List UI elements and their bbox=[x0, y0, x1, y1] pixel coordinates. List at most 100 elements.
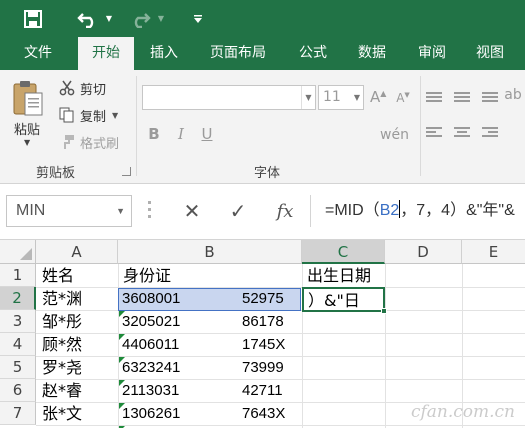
column-header-d[interactable]: D bbox=[385, 240, 462, 264]
format-painter-button[interactable]: 格式刷 bbox=[58, 131, 119, 153]
column-header-b[interactable]: B bbox=[118, 240, 302, 264]
row-header-6[interactable]: 6 bbox=[0, 379, 36, 402]
name-box-dropdown-icon[interactable]: ▼ bbox=[116, 196, 125, 226]
active-cell-c2[interactable]: ）&"日 bbox=[302, 287, 387, 314]
align-center-icon[interactable] bbox=[454, 127, 470, 141]
cell-b3-right[interactable]: 86178 bbox=[242, 310, 284, 333]
redo-dropdown-icon[interactable]: ▼ bbox=[154, 0, 168, 37]
tab-home[interactable]: 开始 bbox=[78, 37, 134, 70]
cell-b5-left[interactable]: 6323241 bbox=[122, 356, 180, 379]
row-header-1[interactable]: 1 bbox=[0, 264, 36, 287]
cell-a7[interactable]: 张*文 bbox=[42, 402, 82, 425]
error-indicator-icon[interactable] bbox=[119, 403, 125, 409]
tab-page-layout[interactable]: 页面布局 bbox=[200, 37, 276, 70]
cell-b1[interactable]: 身份证 bbox=[123, 264, 171, 287]
cell-b7-left[interactable]: 1306261 bbox=[122, 402, 180, 425]
spreadsheet-grid: A B C D E 1 2 3 4 5 6 7 姓名 身份证 出生日期 范*渊 … bbox=[0, 240, 525, 428]
align-right-icon[interactable] bbox=[482, 127, 498, 141]
enter-formula-icon[interactable]: ✓ bbox=[222, 195, 254, 227]
row-header-2[interactable]: 2 bbox=[0, 287, 36, 310]
undo-icon[interactable] bbox=[74, 0, 102, 37]
row-header-3[interactable]: 3 bbox=[0, 310, 36, 333]
insert-function-icon[interactable]: fx bbox=[268, 195, 302, 227]
cancel-formula-icon[interactable]: ✕ bbox=[176, 195, 208, 227]
save-icon[interactable] bbox=[18, 0, 48, 37]
undo-dropdown-icon[interactable]: ▼ bbox=[102, 0, 116, 37]
cell-b6-right[interactable]: 42711 bbox=[242, 379, 283, 402]
name-box[interactable]: MIN ▼ bbox=[6, 195, 132, 227]
font-name-box[interactable]: ▼ bbox=[142, 85, 316, 110]
align-left-icon[interactable] bbox=[426, 127, 442, 141]
ribbon-home: 粘贴 ▼ 剪切 复制 ▼ 格式刷 剪贴板 ▼ 11 ▼ A▲ A▼ B I U … bbox=[0, 70, 525, 184]
customize-toolbar-icon[interactable] bbox=[190, 0, 206, 37]
phonetic-icon[interactable]: wén bbox=[380, 127, 409, 143]
row-header-4[interactable]: 4 bbox=[0, 333, 36, 356]
tab-file[interactable]: 文件 bbox=[14, 37, 62, 70]
font-size-value: 11 bbox=[323, 89, 341, 105]
formula-bar-grip[interactable] bbox=[148, 201, 152, 221]
row-header-7[interactable]: 7 bbox=[0, 402, 36, 425]
cell-b4-right[interactable]: 1745X bbox=[242, 333, 285, 356]
watermark: cfan.com.cn bbox=[410, 402, 515, 422]
cell-b3-left[interactable]: 3205021 bbox=[122, 310, 180, 333]
column-header-e[interactable]: E bbox=[462, 240, 525, 264]
grow-font-icon[interactable]: A▲ bbox=[370, 88, 386, 106]
cell-a2[interactable]: 范*渊 bbox=[42, 287, 82, 310]
font-group-label: 字体 bbox=[254, 166, 281, 181]
paste-button-label[interactable]: 粘贴 bbox=[14, 119, 40, 138]
formula-input[interactable]: =MID（B2，7，4）&"年"& bbox=[310, 195, 525, 227]
copy-button[interactable]: 复制 ▼ bbox=[58, 104, 118, 126]
cell-b2-left[interactable]: 3608001 bbox=[122, 287, 180, 310]
column-header-c[interactable]: C bbox=[302, 240, 385, 264]
formula-bar: MIN ▼ ✕ ✓ fx =MID（B2，7，4）&"年"& bbox=[0, 184, 525, 240]
cell-b5-right[interactable]: 73999 bbox=[242, 356, 284, 379]
cell-a6[interactable]: 赵*睿 bbox=[42, 379, 82, 402]
shrink-font-icon[interactable]: A▼ bbox=[396, 91, 410, 105]
tab-formulas[interactable]: 公式 bbox=[290, 37, 336, 70]
error-indicator-icon[interactable] bbox=[119, 311, 125, 317]
align-bottom-icon[interactable] bbox=[482, 92, 498, 106]
underline-button[interactable]: U bbox=[200, 125, 214, 143]
cell-a5[interactable]: 罗*尧 bbox=[42, 356, 82, 379]
cell-a4[interactable]: 顾*然 bbox=[42, 333, 82, 356]
active-cell-text: ）&"日 bbox=[308, 291, 360, 310]
tab-data[interactable]: 数据 bbox=[348, 37, 396, 70]
row-header-5[interactable]: 5 bbox=[0, 356, 36, 379]
gridline bbox=[385, 264, 386, 428]
paste-dropdown-icon[interactable]: ▼ bbox=[24, 138, 30, 147]
format-painter-label: 格式刷 bbox=[80, 136, 120, 152]
cell-b6-left[interactable]: 2113031 bbox=[122, 379, 179, 402]
select-all-button[interactable] bbox=[0, 240, 36, 264]
font-size-dropdown-icon[interactable]: ▼ bbox=[351, 86, 363, 109]
cut-button[interactable]: 剪切 bbox=[58, 77, 106, 99]
font-name-dropdown-icon[interactable]: ▼ bbox=[301, 86, 315, 109]
cell-b7-right[interactable]: 7643X bbox=[242, 402, 285, 425]
align-top-icon[interactable] bbox=[426, 92, 442, 106]
font-size-box[interactable]: 11 ▼ bbox=[318, 85, 364, 110]
redo-icon[interactable] bbox=[126, 0, 154, 37]
fill-handle[interactable] bbox=[381, 308, 387, 314]
clipboard-launcher-icon[interactable] bbox=[122, 167, 131, 176]
cell-a3[interactable]: 邹*彤 bbox=[42, 310, 82, 333]
formula-prefix: =MID（ bbox=[325, 202, 380, 219]
paste-icon[interactable] bbox=[12, 79, 44, 119]
column-header-a[interactable]: A bbox=[36, 240, 118, 264]
cell-a1[interactable]: 姓名 bbox=[42, 264, 74, 287]
align-middle-icon[interactable] bbox=[454, 92, 470, 106]
format-painter-icon bbox=[58, 133, 76, 151]
cell-b2-right[interactable]: 52975 bbox=[242, 287, 284, 310]
tab-view[interactable]: 视图 bbox=[466, 37, 514, 70]
bold-button[interactable]: B bbox=[146, 125, 162, 143]
italic-button[interactable]: I bbox=[174, 125, 188, 143]
clipboard-group-label: 剪贴板 bbox=[36, 166, 76, 181]
formula-suffix: ，7，4）&"年"& bbox=[400, 202, 515, 219]
orientation-icon[interactable]: ab bbox=[504, 87, 522, 103]
cell-c1[interactable]: 出生日期 bbox=[307, 264, 371, 287]
error-indicator-icon[interactable] bbox=[119, 357, 125, 363]
tab-review[interactable]: 审阅 bbox=[408, 37, 456, 70]
tab-insert[interactable]: 插入 bbox=[140, 37, 188, 70]
copy-dropdown-icon[interactable]: ▼ bbox=[112, 111, 118, 120]
error-indicator-icon[interactable] bbox=[119, 380, 125, 386]
error-indicator-icon[interactable] bbox=[119, 334, 125, 340]
cell-b4-left[interactable]: 4406011 bbox=[122, 333, 179, 356]
